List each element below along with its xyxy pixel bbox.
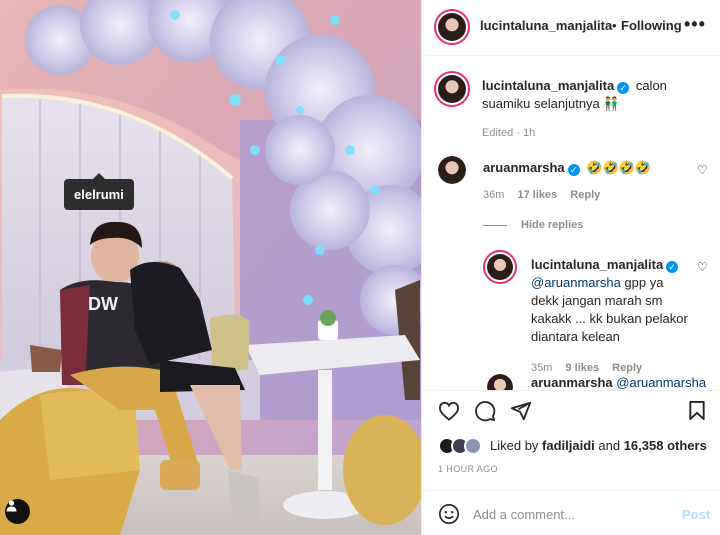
svg-text:DW: DW bbox=[88, 294, 118, 314]
comment-likes[interactable]: 17 likes bbox=[517, 189, 557, 201]
caption-username[interactable]: lucintaluna_manjalita bbox=[482, 78, 614, 93]
reply-reply-button[interactable]: Reply bbox=[612, 362, 642, 374]
likes-middle: and bbox=[594, 438, 624, 453]
reply-like-heart-icon[interactable]: ♡ bbox=[697, 260, 708, 274]
hide-replies-line bbox=[483, 224, 507, 226]
share-send-icon[interactable] bbox=[510, 400, 532, 422]
liked-by-avatars[interactable] bbox=[438, 437, 486, 455]
emoji-smiley-icon[interactable] bbox=[438, 503, 460, 525]
likes-others[interactable]: 16,358 others bbox=[624, 438, 707, 453]
user-tag-icon[interactable] bbox=[5, 499, 30, 524]
likes-summary: Liked by fadiljaidi and 16,358 others bbox=[490, 438, 707, 453]
comment-like-heart-icon[interactable]: ♡ bbox=[697, 163, 708, 177]
comment-username[interactable]: aruanmarsha bbox=[483, 160, 565, 175]
comment-text: 🤣🤣🤣🤣 bbox=[586, 160, 652, 175]
comment-item: aruanmarsha ✓ 🤣🤣🤣🤣 36m 17 likes Reply bbox=[483, 159, 693, 201]
verified-badge-icon: ✓ bbox=[666, 261, 679, 273]
commenter-avatar[interactable] bbox=[438, 156, 466, 184]
reply-username[interactable]: lucintaluna_manjalita bbox=[531, 257, 663, 272]
partial-reply-mention[interactable]: @aruanmarsha bbox=[616, 375, 706, 390]
post-timestamp[interactable]: 1 HOUR AGO bbox=[438, 464, 498, 474]
author-avatar[interactable] bbox=[434, 9, 470, 45]
comment-bubble-icon[interactable] bbox=[474, 400, 496, 422]
caption-edited: Edited · 1h bbox=[482, 127, 536, 139]
author-username[interactable]: lucintaluna_manjalita bbox=[480, 18, 612, 33]
photo-illustration: DW bbox=[0, 0, 421, 535]
reply-likes[interactable]: 9 likes bbox=[565, 362, 599, 374]
more-options-icon[interactable]: ••• bbox=[684, 14, 706, 35]
comment-meta: 36m 17 likes Reply bbox=[483, 189, 693, 201]
caption-emoji: 👬 bbox=[603, 96, 620, 111]
action-bar: Liked by fadiljaidi and 16,358 others 1 … bbox=[422, 390, 720, 524]
reply-meta: 35m 9 likes Reply bbox=[531, 362, 691, 374]
hide-replies-label[interactable]: Hide replies bbox=[521, 219, 583, 231]
reply-time: 35m bbox=[531, 362, 553, 374]
comment-reply-button[interactable]: Reply bbox=[570, 189, 600, 201]
comment-time: 36m bbox=[483, 189, 505, 201]
post-photo[interactable]: DW elelrumi bbox=[0, 0, 421, 535]
header-separator: • bbox=[612, 18, 617, 33]
liked-by-user[interactable]: fadiljaidi bbox=[542, 438, 595, 453]
partial-reply-username[interactable]: aruanmarsha bbox=[531, 375, 613, 390]
post-details-panel: lucintaluna_manjalita • Following ••• lu… bbox=[421, 0, 720, 535]
partial-reply: aruanmarsha @aruanmarsha bbox=[531, 375, 706, 390]
like-heart-icon[interactable] bbox=[438, 401, 460, 421]
comment-bar: Add a comment... Post bbox=[422, 490, 720, 535]
person-icon bbox=[6, 500, 17, 512]
caption-avatar[interactable] bbox=[434, 71, 470, 107]
verified-badge-icon: ✓ bbox=[617, 82, 630, 94]
following-button[interactable]: Following bbox=[621, 18, 682, 33]
verified-badge-icon: ✓ bbox=[567, 164, 580, 176]
add-comment-input[interactable]: Add a comment... bbox=[473, 507, 575, 522]
likes-prefix: Liked by bbox=[490, 438, 543, 453]
hide-replies-toggle[interactable]: Hide replies bbox=[483, 219, 583, 231]
save-bookmark-icon[interactable] bbox=[688, 400, 706, 421]
reply-item: lucintaluna_manjalita ✓@aruanmarsha gpp y… bbox=[531, 256, 691, 374]
post-comment-button[interactable]: Post bbox=[682, 507, 710, 522]
reply-mention[interactable]: @aruanmarsha bbox=[531, 275, 621, 290]
photo-tag-label[interactable]: elelrumi bbox=[64, 173, 134, 210]
reply-avatar[interactable] bbox=[483, 250, 517, 284]
caption: lucintaluna_manjalita ✓ calon suamiku sel… bbox=[482, 77, 714, 139]
post-header: lucintaluna_manjalita • Following ••• bbox=[422, 0, 720, 56]
